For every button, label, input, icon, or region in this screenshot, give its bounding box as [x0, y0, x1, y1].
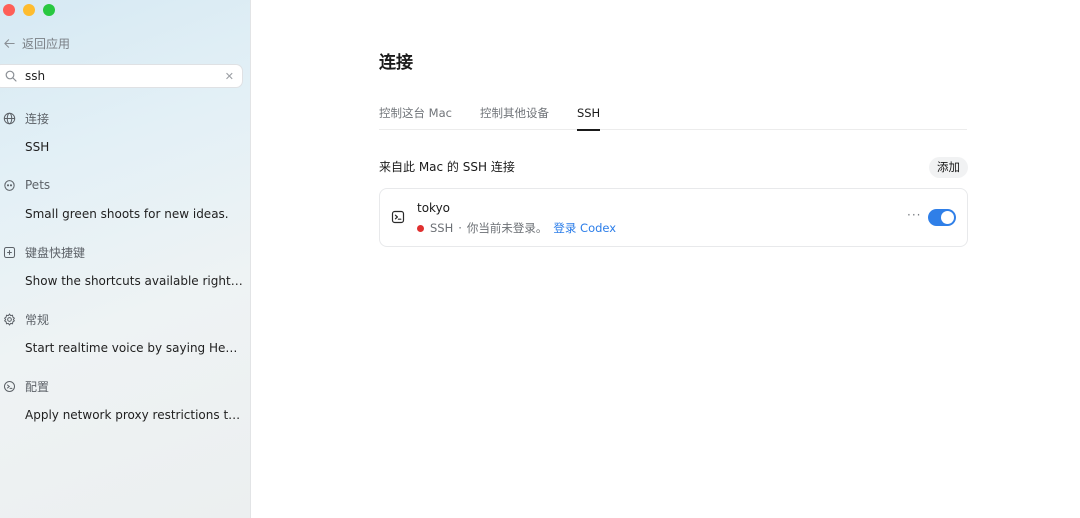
clear-search-icon[interactable]: ✕	[225, 70, 234, 83]
result-category-label: 常规	[25, 312, 50, 327]
minimize-window-button[interactable]	[23, 4, 35, 16]
result-item-general[interactable]: Start realtime voice by saying Hey ...	[25, 339, 243, 357]
result-item-ssh[interactable]: SSH	[25, 138, 243, 156]
terminal-icon	[391, 210, 405, 224]
sidebar: 返回应用 ✕ 连接 SSH Pets Small green	[0, 0, 251, 518]
gear-icon	[3, 312, 16, 326]
toggle-knob	[941, 211, 954, 224]
tab-ssh[interactable]: SSH	[576, 104, 601, 131]
back-label: 返回应用	[22, 37, 71, 51]
window-controls	[3, 4, 55, 16]
result-category-label: 连接	[25, 111, 50, 126]
status-separator: ·	[458, 221, 462, 235]
tab-bar: 控制这台 Mac 控制其他设备 SSH	[379, 104, 967, 131]
search-icon	[5, 70, 17, 82]
result-category-label: 键盘快捷键	[25, 245, 86, 260]
result-group-general: 常规 Start realtime voice by saying Hey ..…	[0, 310, 251, 377]
connection-status: SSH · 你当前未登录。 登录 Codex	[417, 220, 616, 236]
connection-name: tokyo	[417, 201, 451, 215]
add-connection-button[interactable]: 添加	[929, 157, 968, 178]
close-window-button[interactable]	[3, 4, 15, 16]
status-text: 你当前未登录。	[466, 221, 548, 235]
result-category-label: Pets	[25, 178, 51, 192]
section-title: 来自此 Mac 的 SSH 连接	[379, 160, 515, 174]
result-group-config: 配置 Apply network proxy restrictions to..…	[0, 377, 251, 444]
main-content: 连接 控制这台 Mac 控制其他设备 SSH 来自此 Mac 的 SSH 连接 …	[252, 0, 1080, 518]
tab-control-other-devices[interactable]: 控制其他设备	[480, 104, 549, 130]
result-group-shortcuts: 键盘快捷键 Show the shortcuts available right…	[0, 243, 251, 310]
connection-card: tokyo SSH · 你当前未登录。 登录 Codex ···	[379, 188, 968, 247]
result-item-shortcuts[interactable]: Show the shortcuts available right ...	[25, 272, 243, 290]
result-group-pets: Pets Small green shoots for new ideas.	[0, 176, 251, 243]
tab-control-this-mac[interactable]: 控制这台 Mac	[379, 104, 452, 130]
result-item-config[interactable]: Apply network proxy restrictions to...	[25, 406, 243, 424]
result-item-pets[interactable]: Small green shoots for new ideas.	[25, 205, 243, 223]
more-options-button[interactable]: ···	[907, 208, 921, 222]
terminal-config-icon	[3, 380, 16, 392]
result-group-connections: 连接 SSH	[0, 109, 251, 176]
result-category-label: 配置	[25, 379, 50, 394]
connection-toggle[interactable]	[928, 209, 956, 226]
globe-icon	[3, 112, 16, 124]
search-input[interactable]	[25, 69, 225, 83]
login-codex-link[interactable]: 登录 Codex	[553, 220, 616, 236]
zoom-window-button[interactable]	[43, 4, 55, 16]
connection-protocol: SSH	[430, 221, 454, 235]
back-to-app-button[interactable]: 返回应用	[3, 35, 70, 52]
pet-face-icon	[4, 179, 15, 191]
keyboard-key-icon	[3, 246, 16, 258]
status-dot	[417, 224, 424, 232]
search-field[interactable]: ✕	[0, 64, 243, 88]
arrow-left-icon	[4, 39, 15, 48]
page-title: 连接	[379, 53, 413, 73]
search-results: 连接 SSH Pets Small green shoots for new i…	[0, 109, 251, 444]
